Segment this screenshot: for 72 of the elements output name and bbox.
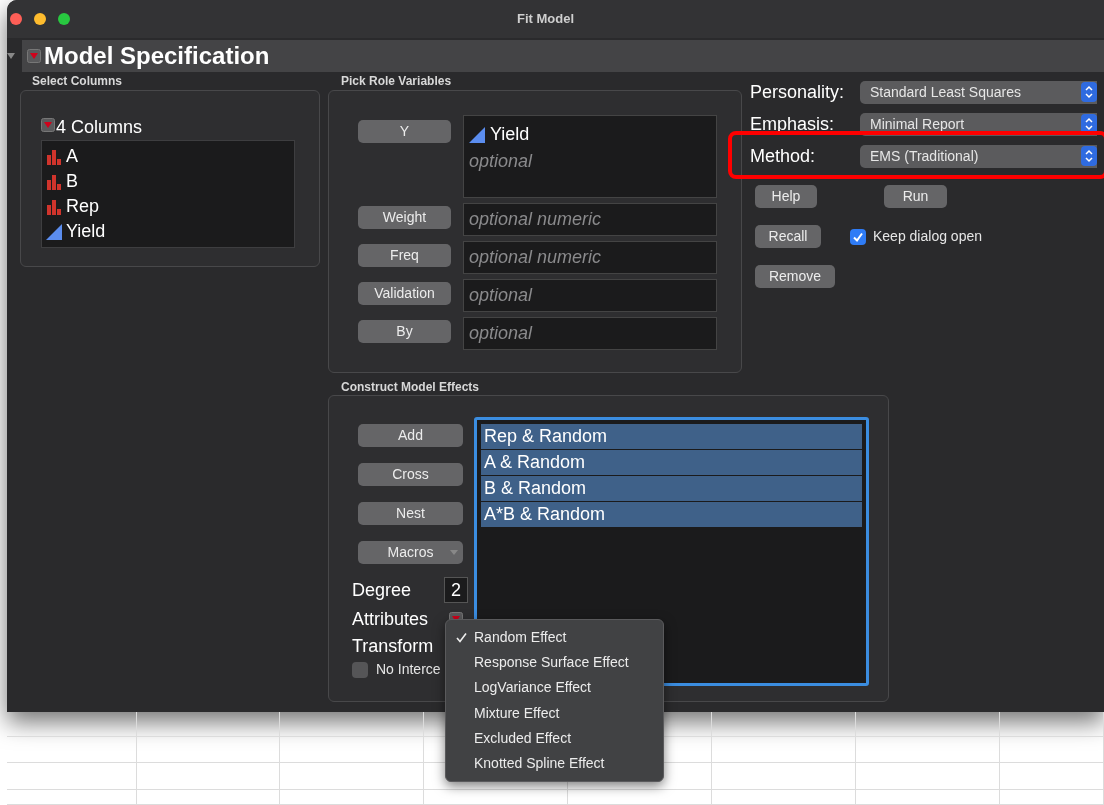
role-button[interactable]: Remove bbox=[755, 265, 835, 288]
bar-chart-icon bbox=[46, 148, 62, 165]
disclosure-triangle-icon[interactable] bbox=[7, 52, 15, 60]
role-button[interactable]: Y bbox=[358, 120, 451, 143]
role-button[interactable]: Help bbox=[755, 185, 817, 208]
role-button[interactable]: Cross bbox=[358, 463, 463, 486]
triangle-icon bbox=[46, 223, 62, 240]
role-field[interactable]: optional bbox=[463, 279, 717, 312]
checkbox[interactable] bbox=[850, 228, 866, 245]
columns-header: 4 Columns bbox=[56, 115, 143, 139]
effect-item[interactable]: A & Random bbox=[481, 450, 862, 475]
menu-item[interactable]: Random Effect bbox=[446, 625, 663, 651]
effect-item[interactable]: Rep & Random bbox=[481, 424, 862, 449]
role-field[interactable]: optional numeric bbox=[463, 203, 717, 236]
placeholder-text: optional bbox=[469, 322, 534, 345]
minimize-button[interactable] bbox=[34, 13, 46, 25]
placeholder-text: optional bbox=[469, 150, 534, 173]
role-button[interactable]: Add bbox=[358, 424, 463, 447]
stepper-icon bbox=[1081, 82, 1097, 102]
menu-item[interactable]: Knotted Spline Effect bbox=[446, 750, 663, 777]
attributes-label: Attributes bbox=[352, 607, 430, 631]
menu-item[interactable]: LogVariance Effect bbox=[446, 675, 663, 701]
group-label: Construct Model Effects bbox=[341, 380, 480, 394]
role-field[interactable]: Yield optional bbox=[463, 115, 717, 198]
degree-field[interactable]: 2 bbox=[444, 577, 468, 603]
stepper-icon bbox=[1081, 114, 1097, 134]
role-field[interactable]: optional bbox=[463, 317, 717, 350]
role-button[interactable]: Freq bbox=[358, 244, 451, 267]
checkbox-label: No Interce bbox=[376, 660, 441, 679]
degree-label: Degree bbox=[352, 578, 413, 602]
group-label: Select Columns bbox=[32, 74, 124, 88]
option-label: Personality: bbox=[750, 80, 846, 104]
option-label: Method: bbox=[750, 144, 817, 168]
role-field[interactable]: optional numeric bbox=[463, 241, 717, 274]
menu-item[interactable]: Response Surface Effect bbox=[446, 650, 663, 676]
role-button[interactable]: By bbox=[358, 320, 451, 343]
role-button[interactable]: Recall bbox=[755, 225, 821, 248]
placeholder-text: optional numeric bbox=[469, 208, 603, 231]
window-title: Fit Model bbox=[517, 10, 575, 29]
zoom-button[interactable] bbox=[58, 13, 70, 25]
role-button[interactable]: Validation bbox=[358, 282, 451, 305]
bar-chart-icon bbox=[46, 198, 62, 215]
option-label: Emphasis: bbox=[750, 112, 836, 136]
dropdown[interactable]: EMS (Traditional) bbox=[860, 144, 1097, 168]
role-button[interactable]: Weight bbox=[358, 206, 451, 229]
column-item[interactable]: Rep bbox=[66, 193, 100, 220]
bar-chart-icon bbox=[46, 173, 62, 190]
column-item[interactable]: A bbox=[66, 143, 78, 170]
menu-item[interactable]: Excluded Effect bbox=[446, 725, 663, 751]
role-button[interactable]: Run bbox=[884, 185, 947, 208]
menu-toggle-icon[interactable] bbox=[41, 118, 55, 132]
close-button[interactable] bbox=[10, 13, 22, 25]
role-button[interactable]: Nest bbox=[358, 502, 463, 525]
column-item[interactable]: Yield bbox=[66, 218, 106, 245]
effect-item[interactable]: A*B & Random bbox=[481, 502, 862, 527]
caret-icon bbox=[450, 550, 458, 555]
effect-item[interactable]: B & Random bbox=[481, 476, 862, 501]
checkbox-label: Keep dialog open bbox=[873, 227, 982, 246]
transform-label: Transform bbox=[351, 635, 435, 657]
role-value: Yield bbox=[490, 123, 530, 146]
column-item[interactable]: B bbox=[66, 168, 78, 195]
dropdown[interactable]: Standard Least Squares bbox=[860, 80, 1097, 104]
menu-toggle-icon[interactable] bbox=[27, 49, 41, 63]
placeholder-text: optional numeric bbox=[469, 246, 603, 269]
checkbox[interactable] bbox=[352, 661, 368, 678]
placeholder-text: optional bbox=[469, 284, 534, 307]
stepper-icon bbox=[1081, 146, 1097, 166]
group-label: Pick Role Variables bbox=[341, 74, 453, 88]
menu-item[interactable]: Mixture Effect bbox=[446, 700, 663, 726]
triangle-icon bbox=[469, 126, 485, 143]
section-title: Model Specification bbox=[44, 44, 270, 68]
role-button[interactable]: Macros bbox=[358, 541, 463, 564]
